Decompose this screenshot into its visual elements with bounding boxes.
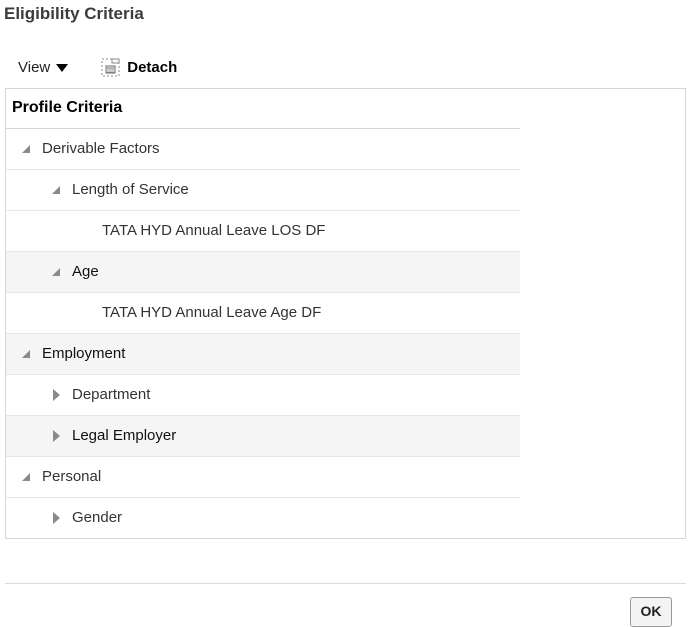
tree-row-label: Legal Employer (72, 427, 177, 444)
tree-row[interactable]: TATA HYD Annual Leave Age DF (6, 293, 520, 334)
tree-row[interactable]: Employment (6, 334, 520, 375)
footer-divider (5, 583, 686, 584)
tree-row[interactable]: Age (6, 252, 520, 293)
view-menu[interactable]: View (18, 58, 69, 76)
tree-row-label: Department (72, 386, 151, 403)
view-menu-label: View (18, 58, 51, 76)
tree-row-label: Age (72, 263, 99, 280)
expanded-triangle-icon[interactable] (49, 170, 63, 210)
tree-row-label: Employment (42, 345, 126, 362)
detach-icon (101, 58, 120, 76)
tree-row[interactable]: Gender (6, 498, 520, 538)
expanded-triangle-icon[interactable] (19, 334, 33, 374)
ok-button[interactable]: OK (630, 597, 672, 627)
expanded-triangle-icon[interactable] (49, 252, 63, 292)
tree-row[interactable]: Derivable Factors (6, 129, 520, 170)
expanded-triangle-icon[interactable] (19, 457, 33, 497)
tree-row-label: TATA HYD Annual Leave LOS DF (102, 222, 326, 239)
collapsed-triangle-icon[interactable] (49, 416, 63, 456)
tree-row-label: Derivable Factors (42, 140, 160, 157)
tree-column-header: Profile Criteria (6, 89, 520, 129)
tree-row[interactable]: TATA HYD Annual Leave LOS DF (6, 211, 520, 252)
detach-label: Detach (127, 58, 178, 76)
profile-criteria-tree-panel: Profile Criteria Derivable Factors Lengt… (5, 88, 686, 539)
tree-row-label: Gender (72, 509, 123, 526)
collapsed-triangle-icon[interactable] (49, 498, 63, 538)
tree-row-label: TATA HYD Annual Leave Age DF (102, 304, 322, 321)
tree-row[interactable]: Department (6, 375, 520, 416)
tree-row[interactable]: Legal Employer (6, 416, 520, 457)
tree-row-label: Personal (42, 468, 102, 485)
page-title: Eligibility Criteria (4, 4, 144, 23)
expanded-triangle-icon[interactable] (19, 129, 33, 169)
toolbar: View Detach (18, 56, 177, 78)
tree-row[interactable]: Length of Service (6, 170, 520, 211)
tree-row[interactable]: Personal (6, 457, 520, 498)
detach-button[interactable]: Detach (101, 58, 177, 77)
caret-down-icon (56, 64, 69, 72)
tree-row-label: Length of Service (72, 181, 189, 198)
collapsed-triangle-icon[interactable] (49, 375, 63, 415)
